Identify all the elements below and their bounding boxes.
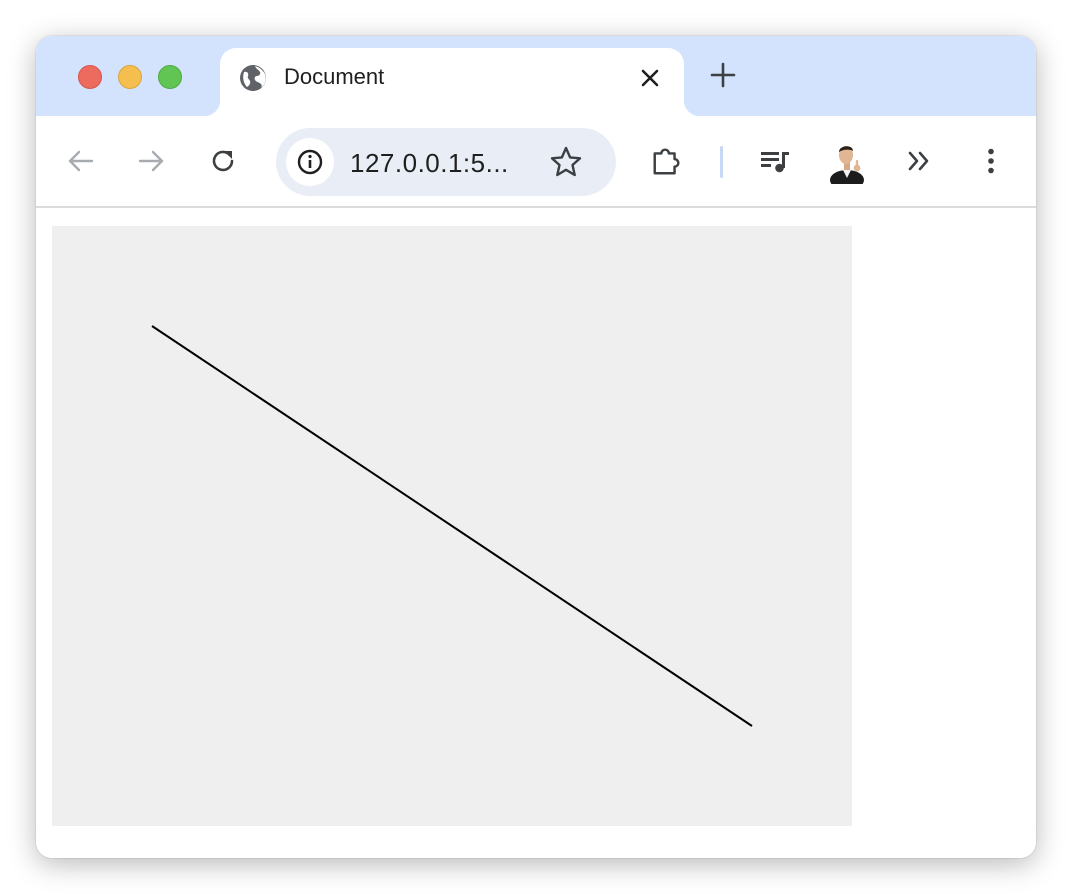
window-minimize-button[interactable]: [118, 65, 142, 89]
address-bar[interactable]: 127.0.0.1:5...: [276, 128, 616, 196]
puzzle-icon[interactable]: [650, 144, 684, 178]
arrow-left-icon: [68, 150, 94, 172]
more-vertical-icon[interactable]: [974, 144, 1008, 178]
forward-button[interactable]: [134, 144, 168, 178]
close-icon[interactable]: [636, 64, 664, 92]
arrow-right-icon: [138, 150, 164, 172]
tab-title: Document: [284, 64, 385, 89]
browser-toolbar: 127.0.0.1:5...: [36, 116, 1036, 208]
url-text[interactable]: 127.0.0.1:5...: [350, 148, 509, 179]
diagonal-line: [151, 325, 753, 727]
info-icon[interactable]: [286, 138, 334, 186]
star-icon[interactable]: [548, 144, 584, 180]
browser-window: Document 127.0.0.1:5...: [36, 36, 1036, 858]
chevron-double-right-icon[interactable]: [902, 144, 936, 178]
back-button[interactable]: [64, 144, 98, 178]
reload-button[interactable]: [206, 144, 240, 178]
avatar[interactable]: [828, 140, 866, 190]
toolbar-divider: [720, 146, 723, 178]
globe-icon: [238, 63, 268, 93]
page-content: [36, 210, 1036, 858]
tab-document[interactable]: Document: [204, 48, 700, 120]
tab-strip: Document: [36, 36, 1036, 120]
plus-icon[interactable]: [708, 60, 738, 90]
window-close-button[interactable]: [78, 65, 102, 89]
playlist-music-icon[interactable]: [758, 144, 792, 178]
drawing-canvas[interactable]: [52, 226, 852, 826]
reload-icon: [212, 150, 234, 172]
window-maximize-button[interactable]: [158, 65, 182, 89]
